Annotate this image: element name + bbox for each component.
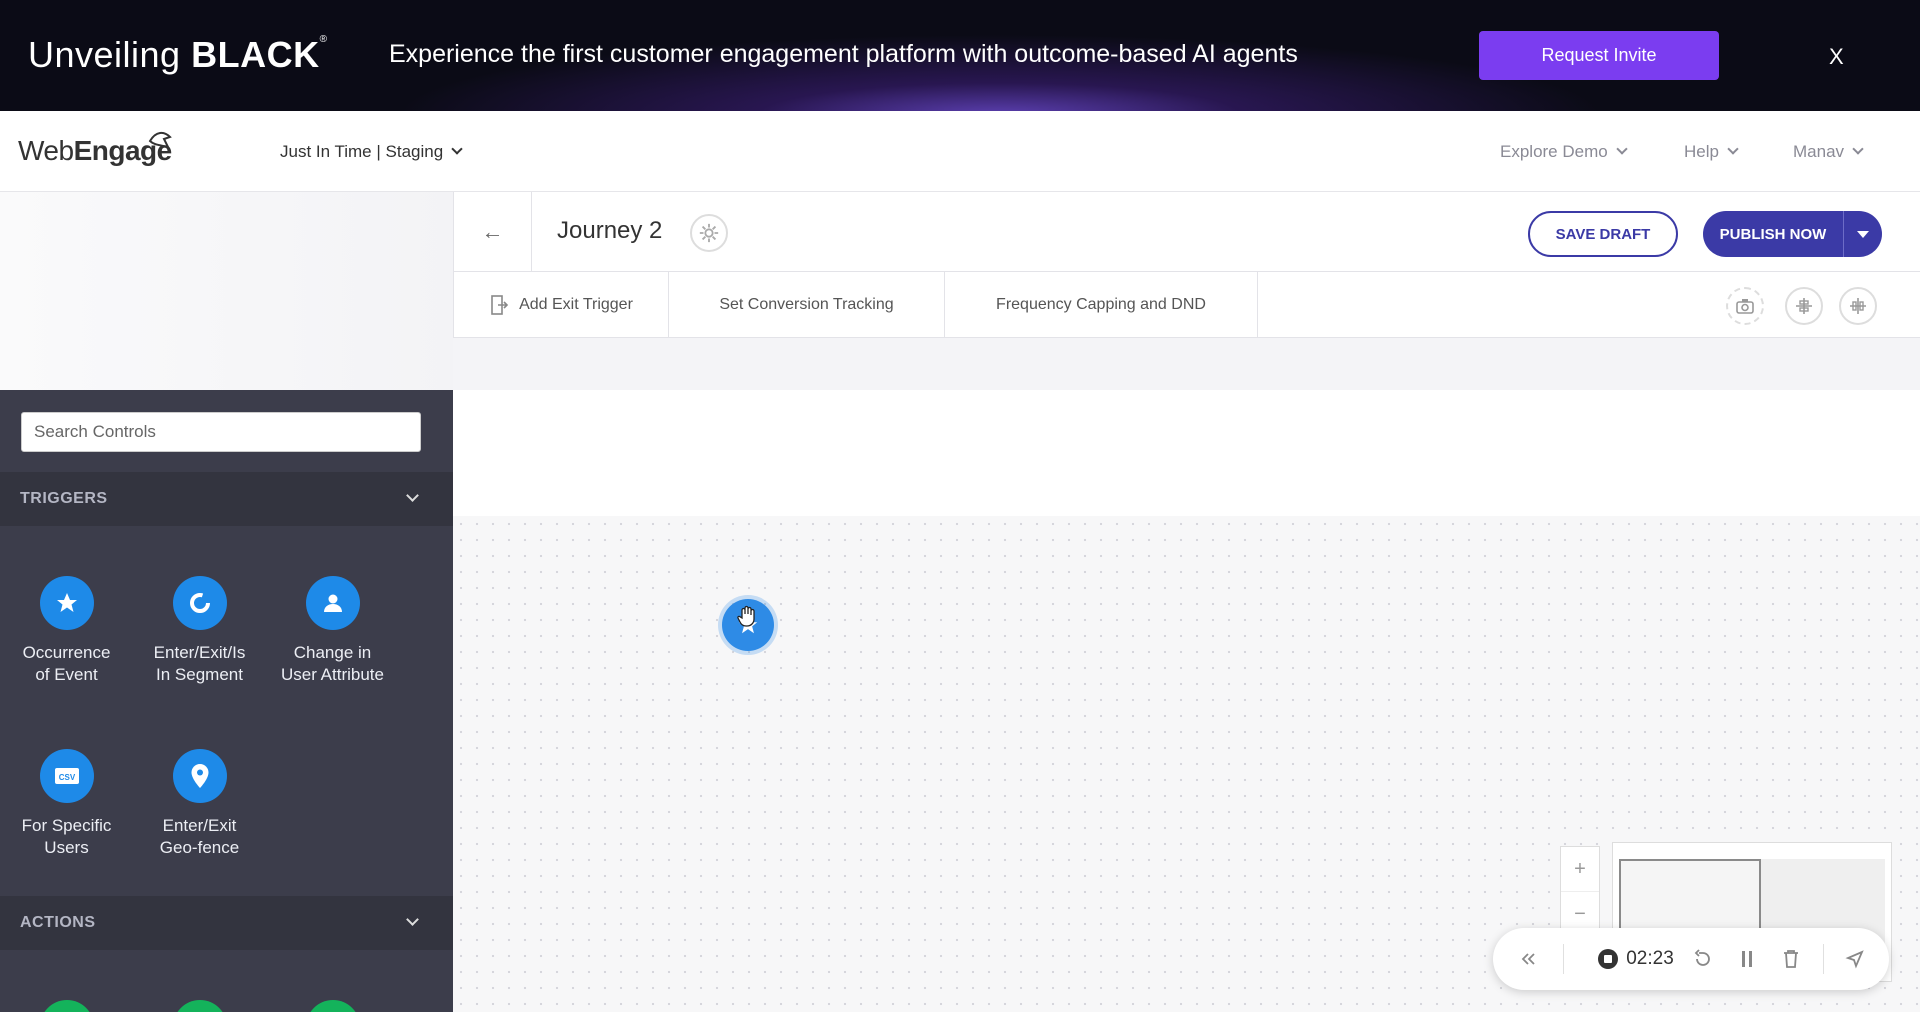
- align-center-icon: [1796, 298, 1812, 314]
- frequency-capping-tab[interactable]: Frequency Capping and DND: [945, 272, 1258, 338]
- top-navigation: WebEngage Just In Time | Staging Explore…: [0, 111, 1920, 192]
- minimap-viewport[interactable]: [1619, 859, 1761, 939]
- triggers-section-header[interactable]: TRIGGERS: [0, 472, 453, 526]
- action-icon[interactable]: [306, 1000, 360, 1012]
- journey-title[interactable]: Journey 2: [557, 217, 662, 245]
- chevron-down-icon: [451, 143, 463, 155]
- journey-settings-button[interactable]: [690, 214, 728, 252]
- chevron-down-icon: [406, 489, 419, 502]
- controls-sidebar: TRIGGERS Occurrenceof Event Enter/Exit/I…: [0, 390, 453, 1012]
- caret-down-icon: [1857, 230, 1869, 238]
- star-icon: [39, 576, 94, 630]
- canvas-top-area: [453, 390, 1920, 516]
- promo-banner: Unveiling BLACK® Experience the first cu…: [0, 0, 1920, 111]
- gear-icon: [699, 223, 719, 243]
- webengage-logo[interactable]: WebEngage: [18, 131, 172, 167]
- restart-icon: [1694, 949, 1710, 966]
- pointer-tool-button[interactable]: [1833, 928, 1877, 990]
- camera-icon: [1736, 299, 1754, 314]
- publish-now-button[interactable]: PUBLISH NOW: [1703, 211, 1843, 257]
- toolbar-separator: [453, 338, 1920, 390]
- separator: [1563, 944, 1564, 974]
- trash-icon: [1784, 950, 1798, 968]
- trigger-occurrence-of-event[interactable]: Occurrence of Event: [0, 576, 133, 686]
- save-draft-button[interactable]: SAVE DRAFT: [1528, 211, 1678, 257]
- camera-button[interactable]: [1726, 287, 1764, 325]
- back-button[interactable]: ←: [454, 192, 532, 272]
- zoom-in-button[interactable]: +: [1561, 847, 1599, 892]
- explore-demo-menu[interactable]: Explore Demo: [1500, 142, 1628, 162]
- trigger-change-user-attribute[interactable]: Change in User Attribute: [266, 576, 399, 686]
- journey-header: ← Journey 2 SAVE DRAFT PUBLISH NOW: [453, 192, 1920, 272]
- request-invite-button[interactable]: Request Invite: [1479, 31, 1719, 80]
- align-horizontal-button[interactable]: [1839, 287, 1877, 325]
- banner-brand: Unveiling BLACK®: [28, 34, 328, 75]
- project-selector[interactable]: Just In Time | Staging: [280, 142, 463, 162]
- cursor-arrow-icon: [1845, 950, 1864, 969]
- pause-recording-button[interactable]: [1725, 928, 1769, 990]
- pause-icon: [1742, 951, 1752, 967]
- action-icon[interactable]: [40, 1000, 94, 1012]
- publish-dropdown-button[interactable]: [1843, 211, 1882, 257]
- bird-icon: [148, 131, 172, 149]
- chevron-down-icon: [1852, 143, 1864, 155]
- trigger-enter-exit-segment[interactable]: Enter/Exit/Is In Segment: [133, 576, 266, 686]
- trigger-geo-fence[interactable]: Enter/Exit Geo-fence: [133, 749, 266, 859]
- exit-door-icon: [491, 295, 509, 315]
- chevron-down-icon: [1616, 143, 1628, 155]
- chevron-down-icon: [1727, 143, 1739, 155]
- user-menu[interactable]: Manav: [1793, 142, 1864, 162]
- banner-text: Experience the first customer engagement…: [389, 40, 1298, 68]
- trigger-specific-users[interactable]: CSV For Specific Users: [0, 749, 133, 859]
- left-filler: [0, 192, 453, 390]
- collapse-recorder-button[interactable]: [1507, 928, 1549, 990]
- svg-text:CSV: CSV: [58, 773, 75, 782]
- set-conversion-tracking-tab[interactable]: Set Conversion Tracking: [669, 272, 945, 338]
- journey-toolbar: Add Exit Trigger Set Conversion Tracking…: [453, 272, 1920, 338]
- search-controls-input[interactable]: [21, 412, 421, 452]
- segment-icon: [172, 576, 227, 630]
- double-chevron-left-icon: [1521, 953, 1535, 965]
- actions-section-header[interactable]: ACTIONS: [0, 896, 453, 950]
- user-icon: [305, 576, 360, 630]
- separator: [1823, 944, 1824, 974]
- align-vertical-button[interactable]: [1785, 287, 1823, 325]
- recording-timer: 02:23: [1581, 928, 1691, 990]
- banner-close-button[interactable]: X: [1829, 44, 1844, 70]
- help-menu[interactable]: Help: [1684, 142, 1739, 162]
- csv-icon: CSV: [39, 749, 94, 803]
- recording-time: 02:23: [1626, 948, 1674, 969]
- chevron-down-icon: [406, 913, 419, 926]
- screen-recorder-bar: 02:23: [1493, 928, 1889, 990]
- location-pin-icon: [172, 749, 227, 803]
- delete-recording-button[interactable]: [1769, 928, 1813, 990]
- action-icon[interactable]: [173, 1000, 227, 1012]
- add-exit-trigger-tab[interactable]: Add Exit Trigger: [454, 272, 669, 338]
- restart-recording-button[interactable]: [1681, 928, 1725, 990]
- grab-cursor-icon: [737, 605, 755, 627]
- stop-recording-icon[interactable]: [1598, 949, 1619, 969]
- align-middle-icon: [1850, 298, 1866, 314]
